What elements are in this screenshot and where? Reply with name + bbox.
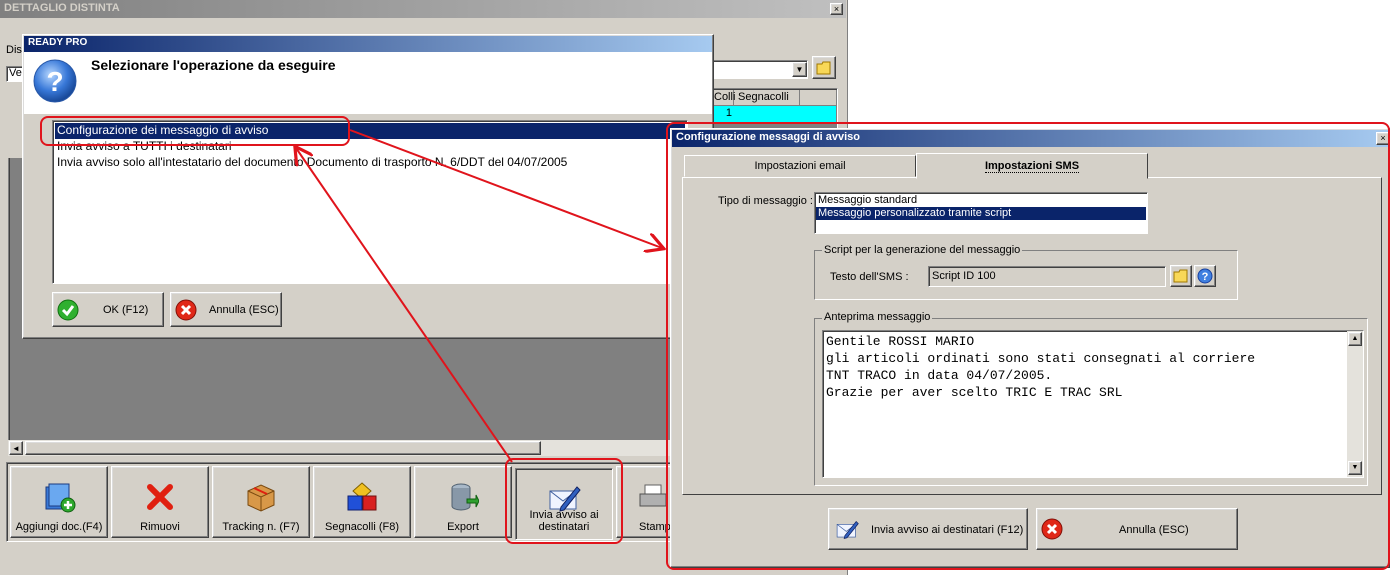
background-close-button[interactable]: × — [830, 3, 843, 15]
config-close-button[interactable]: × — [1376, 132, 1390, 145]
operation-option-send-all[interactable]: Invia avviso a TUTTI i destinatari — [55, 139, 232, 155]
grid-header-segnacolli[interactable]: Segnacolli — [736, 90, 800, 106]
tracking-button[interactable]: Tracking n. (F7) — [212, 466, 310, 538]
printer-icon — [639, 484, 667, 507]
red-x-icon — [147, 484, 173, 510]
export-label: Export — [447, 521, 479, 533]
remove-label: Rimuovi — [140, 521, 180, 533]
cancel-icon — [1041, 518, 1063, 540]
preview-line: Gentile ROSSI MARIO — [826, 334, 975, 349]
cancel-button[interactable]: Annulla (ESC) — [170, 292, 282, 327]
config-cancel-button[interactable]: Annulla (ESC) — [1036, 508, 1238, 550]
preview-vertical-scrollbar[interactable] — [1347, 331, 1363, 477]
ready-pro-title: READY PRO — [24, 36, 712, 52]
database-export-icon — [451, 483, 479, 511]
preview-line: gli articoli ordinati sono stati consegn… — [826, 351, 1256, 366]
folder-icon — [1173, 269, 1188, 283]
add-document-button[interactable]: Aggiungi doc.(F4) — [10, 466, 108, 538]
tracking-label: Tracking n. (F7) — [222, 521, 300, 533]
config-dialog-title: Configurazione messaggi di avviso — [672, 130, 1388, 147]
ok-label: OK (F12) — [103, 304, 149, 316]
ok-button[interactable]: OK (F12) — [52, 292, 164, 327]
scroll-up-icon[interactable]: ▲ — [1348, 332, 1362, 346]
shapes-icon — [347, 482, 377, 511]
folder-icon — [816, 61, 831, 75]
print-label: Stamp — [639, 521, 671, 533]
grid-cell-colli: 1 — [725, 107, 732, 119]
operation-option-configure[interactable]: Configurazione dei messaggio di avviso — [55, 123, 685, 139]
cancel-icon — [175, 299, 197, 321]
preview-group-label: Anteprima messaggio — [822, 311, 933, 323]
preview-line: TNT TRACO in data 04/07/2005. — [826, 368, 1053, 383]
sms-script-field[interactable]: Script ID 100 — [928, 266, 1166, 287]
background-window-title: DETTAGLIO DISTINTA — [0, 0, 846, 18]
tab-email-settings[interactable]: Impostazioni email — [684, 155, 916, 177]
message-type-standard[interactable]: Messaggio standard — [816, 194, 1146, 207]
remove-button[interactable]: Rimuovi — [111, 466, 209, 538]
send-to-recipients-button[interactable]: Invia avviso ai destinatari (F12) — [828, 508, 1028, 550]
cancel-label: Annulla (ESC) — [209, 304, 279, 316]
message-type-label: Tipo di messaggio : — [718, 195, 813, 207]
send-to-recipients-label: Invia avviso ai destinatari (F12) — [871, 524, 1024, 536]
question-icon: ? — [33, 59, 77, 103]
operation-option-send-holder[interactable]: Invia avviso solo all'intestatario del d… — [55, 155, 567, 171]
preview-line: Grazie per aver scelto TRIC E TRAC SRL — [826, 385, 1123, 400]
add-document-label: Aggiungi doc.(F4) — [15, 521, 103, 533]
help-icon: ? — [1197, 268, 1213, 284]
tab-sms-label: Impostazioni SMS — [984, 160, 1080, 173]
check-icon — [57, 299, 79, 321]
envelope-pen-icon — [836, 521, 859, 539]
add-document-icon — [45, 483, 76, 513]
send-notice-button[interactable]: Invia avviso ai destinatari — [515, 468, 613, 540]
tab-sms-settings[interactable]: Impostazioni SMS — [916, 153, 1148, 179]
background-folder-button[interactable] — [812, 56, 836, 79]
operation-prompt: Selezionare l'operazione da eseguire — [91, 57, 336, 73]
segnacolli-label: Segnacolli (F8) — [325, 521, 399, 533]
browse-script-button[interactable] — [1170, 265, 1192, 287]
distinta-label-fragment: Dis — [6, 44, 22, 56]
message-type-script[interactable]: Messaggio personalizzato tramite script — [816, 207, 1146, 220]
send-notice-label: Invia avviso ai destinatari — [529, 509, 599, 533]
segnacolli-button[interactable]: Segnacolli (F8) — [313, 466, 411, 538]
combo-arrow-icon[interactable]: ▼ — [792, 62, 807, 77]
print-button[interactable]: Stamp — [616, 466, 672, 538]
svg-text:?: ? — [1202, 271, 1209, 283]
script-help-button[interactable]: ? — [1194, 265, 1216, 287]
svg-text:?: ? — [46, 66, 63, 97]
export-button[interactable]: Export — [414, 466, 512, 538]
package-icon — [247, 484, 275, 512]
sms-text-label: Testo dell'SMS : — [830, 271, 909, 283]
config-cancel-label: Annulla (ESC) — [1119, 524, 1189, 536]
scroll-left-icon[interactable]: ◄ — [9, 441, 23, 455]
script-group-label: Script per la generazione del messaggio — [822, 244, 1023, 256]
scroll-down-icon[interactable]: ▼ — [1348, 461, 1362, 475]
scrollbar-thumb[interactable] — [25, 441, 541, 455]
grid-header-colli[interactable]: Colli — [712, 90, 735, 106]
